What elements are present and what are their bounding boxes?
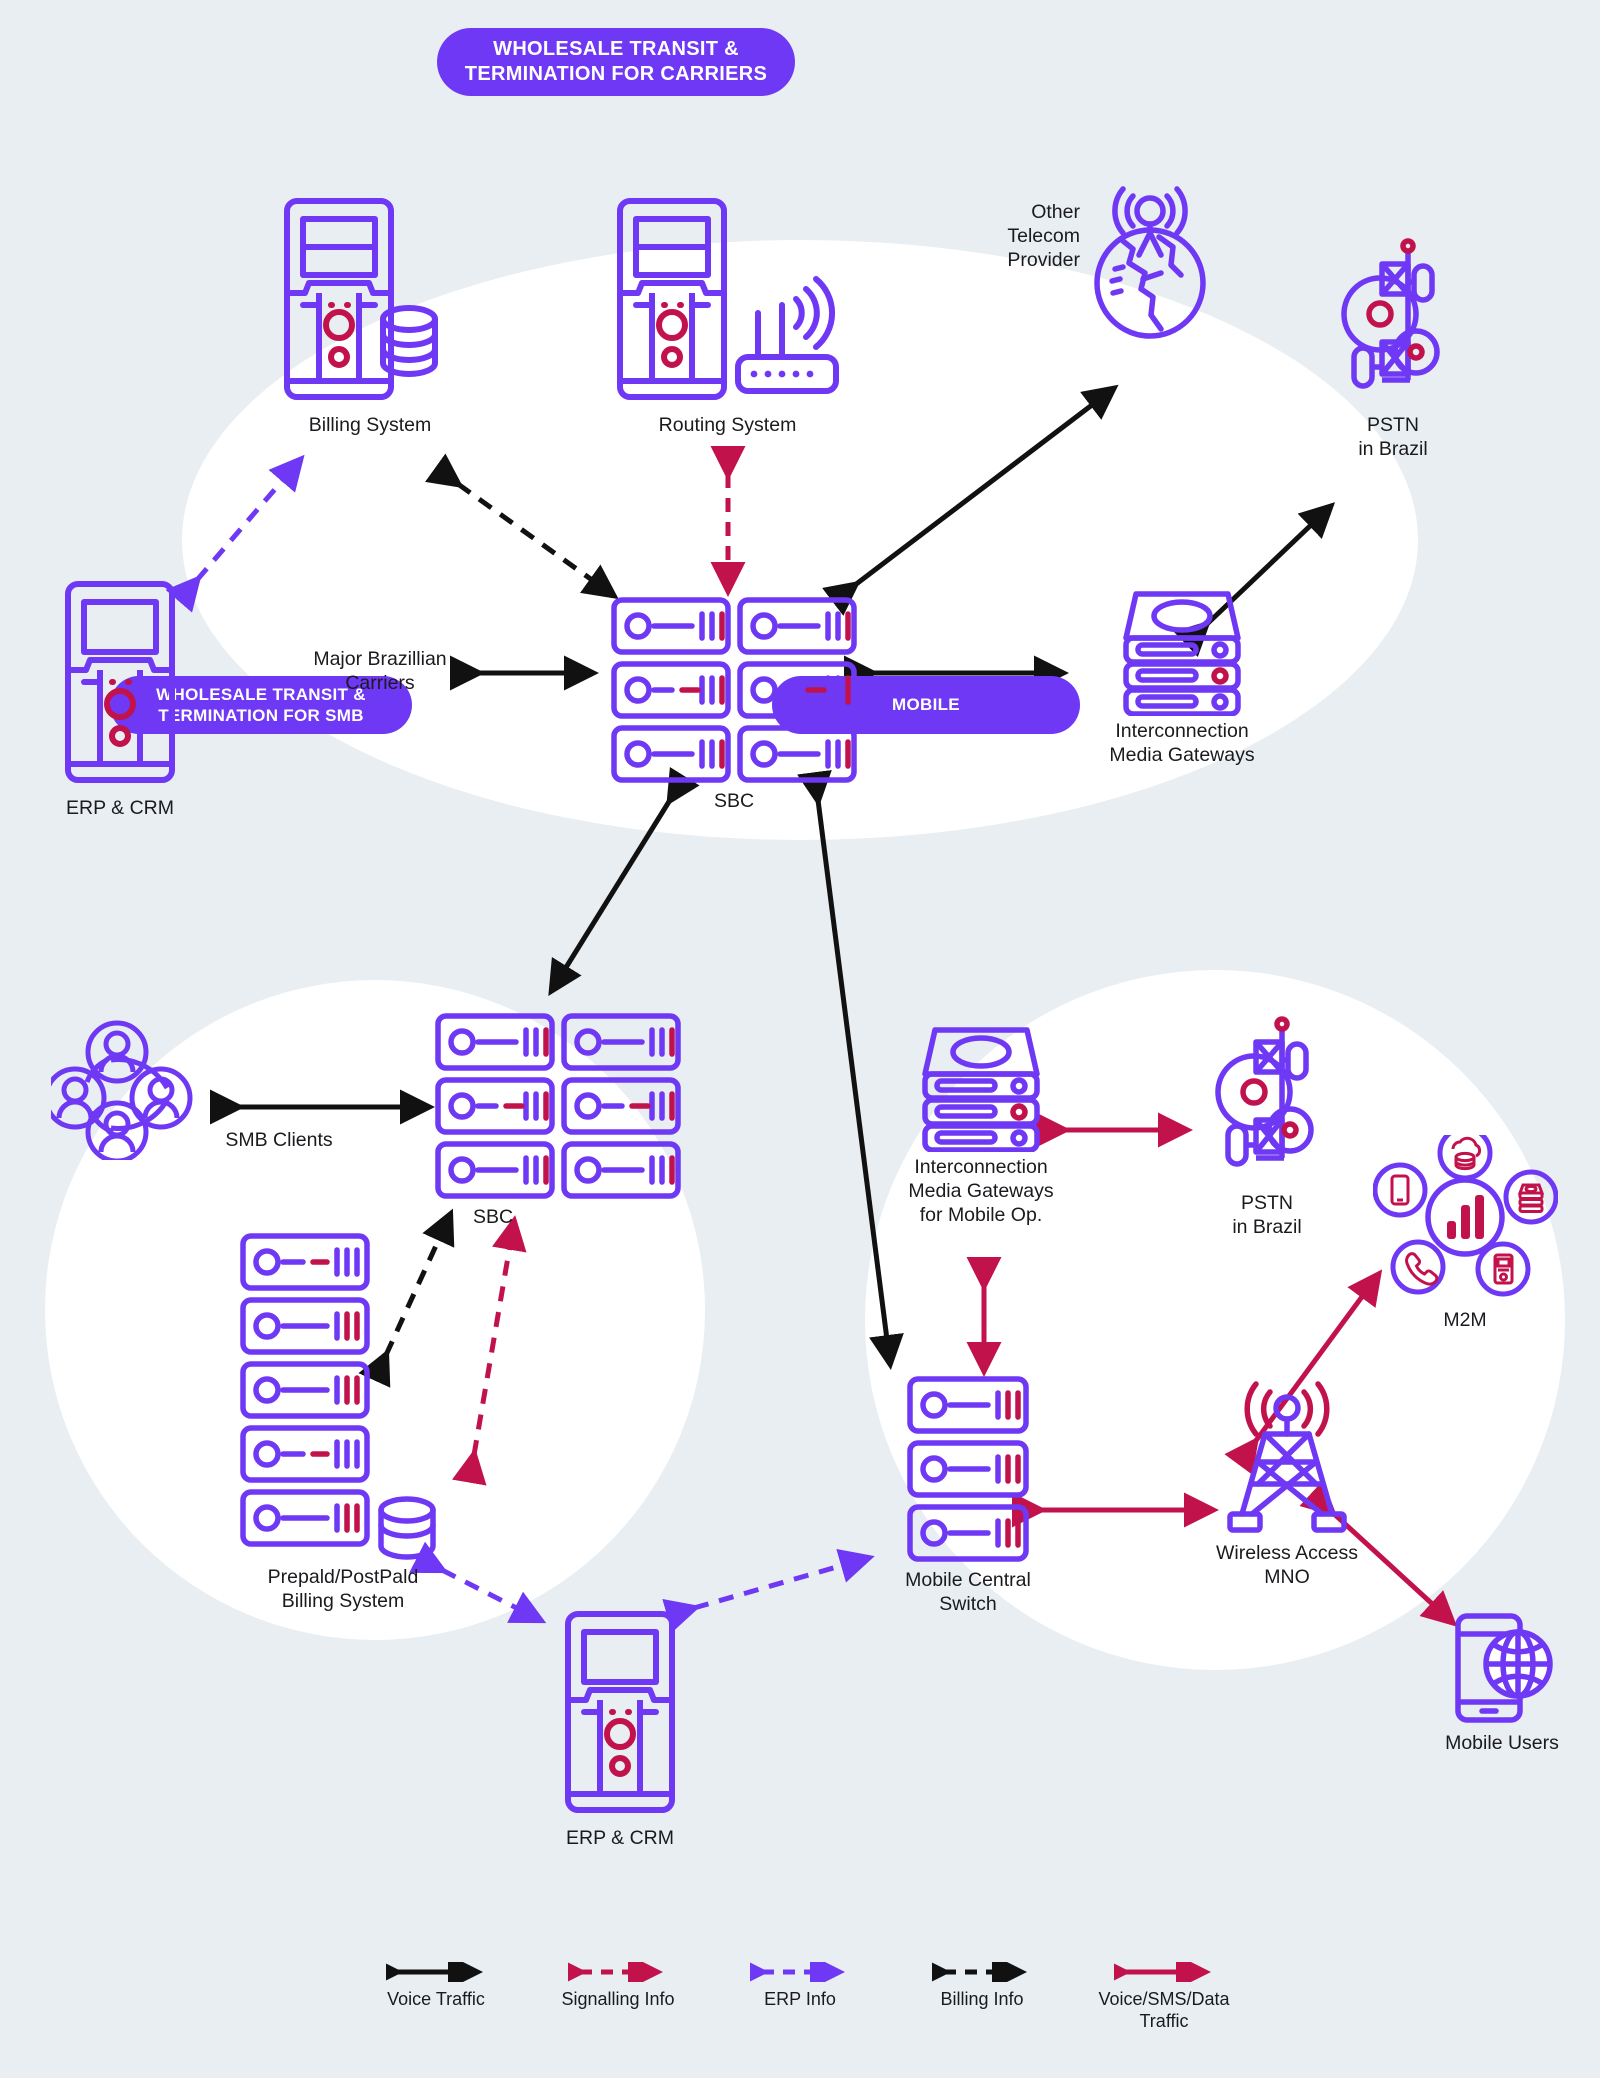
node-mobile-central-switch[interactable]: Mobile Central Switch: [868, 1375, 1068, 1617]
erp-crm-top-label: ERP & CRM: [66, 797, 174, 819]
pstn-tower-mobile-icon: [1215, 1016, 1314, 1167]
node-sbc-top[interactable]: SBC: [604, 596, 864, 814]
media-gateway-icon: [1123, 591, 1241, 717]
node-routing-system[interactable]: Routing System: [610, 195, 845, 438]
sbc-rack-icon: [611, 597, 857, 783]
server-icon: [1517, 1183, 1544, 1213]
node-erp-crm-top[interactable]: ERP & CRM: [55, 578, 185, 821]
billing-system-label: Billing System: [308, 414, 432, 436]
legend-item-signalling-info: Signalling Info: [542, 1962, 694, 2011]
cell-tower-icon: [1227, 1381, 1347, 1533]
tablet-icon: [1390, 1174, 1409, 1206]
legend-item-voice-sms-data-traffic: Voice/SMS/Data Traffic: [1088, 1962, 1240, 2033]
arrow-erp-to-mobile-switch: [662, 1548, 875, 1633]
legend-item-erp-info: ERP Info: [724, 1962, 876, 2011]
other-telecom-provider-label: Other Telecom Provider: [1007, 201, 1080, 271]
node-pstn-brazil-top[interactable]: PSTN in Brazil: [1318, 232, 1468, 462]
node-pstn-brazil-mobile[interactable]: PSTN in Brazil: [1192, 1010, 1342, 1240]
major-brazilian-carriers-label: Major Brazillian Carriers: [313, 648, 447, 694]
node-prepaid-billing-system[interactable]: Prepald/PostPald Billing System: [228, 1232, 468, 1614]
arrow-billing-to-sbc: [425, 453, 619, 600]
double-arrow-solid-crimson-icon: [1114, 1962, 1212, 1982]
prepaid-billing-system-label: Prepald/PostPald Billing System: [267, 1566, 419, 1612]
legend-label-voice-traffic: Voice Traffic: [387, 1989, 485, 2009]
legend-label-erp-info: ERP Info: [764, 1989, 836, 2009]
pstn-tower-icon: [1341, 238, 1440, 389]
sbc-top-label: SBC: [713, 790, 755, 812]
arrow-prepaid-to-sbc-signalling: [452, 1215, 527, 1486]
banner-mobile-text: MOBILE: [892, 695, 960, 715]
wireless-access-mno-label: Wireless Access MNO: [1216, 1542, 1358, 1588]
cloud-database-icon: [1451, 1136, 1481, 1171]
node-smb-clients[interactable]: SMB Clients: [43, 1020, 333, 1164]
routing-system-label: Routing System: [658, 414, 797, 436]
node-mobile-users[interactable]: Mobile Users: [1402, 1608, 1600, 1756]
erp-crm-tower-icon: [65, 581, 175, 783]
tower-with-database-icon: [284, 198, 438, 400]
legend: Voice Traffic Signalling Info ERP Info B…: [0, 1962, 1600, 2033]
arrow-sbc-to-other-telecom: [822, 384, 1119, 616]
double-arrow-dashed-crimson-icon: [568, 1962, 664, 1982]
double-arrow-dashed-purple-icon: [750, 1962, 846, 1982]
arrow-erp-to-billing: [165, 454, 305, 613]
media-gateway-mobile-icon: [922, 1027, 1040, 1153]
banner-carriers-text: WHOLESALE TRANSIT & TERMINATION FOR CARR…: [464, 38, 768, 85]
interconnection-media-gateways-label: Interconnection Media Gateways: [1109, 720, 1255, 766]
sbc-smb-rack-icon: [435, 1013, 681, 1199]
node-erp-crm-bottom[interactable]: ERP & CRM: [545, 1608, 695, 1851]
legend-label-billing-info: Billing Info: [940, 1989, 1024, 2009]
node-other-telecom-provider[interactable]: Other Telecom Provider: [1007, 175, 1215, 345]
double-arrow-solid-black-icon: [386, 1962, 484, 1982]
globe-with-antenna-icon: [1094, 186, 1206, 339]
m2m-label: M2M: [1443, 1309, 1487, 1331]
node-interconnection-media-gateways[interactable]: Interconnection Media Gateways: [1062, 586, 1302, 768]
banner-wholesale-carriers: WHOLESALE TRANSIT & TERMINATION FOR CARR…: [437, 28, 795, 96]
mobile-users-label: Mobile Users: [1445, 1732, 1559, 1754]
legend-item-billing-info: Billing Info: [906, 1962, 1058, 2011]
arrow-sbc-top-to-sbc-smb: [548, 766, 700, 996]
interconnection-media-gateways-mobile-label: Interconnection Media Gateways for Mobil…: [908, 1156, 1054, 1226]
tower-with-router-icon: [617, 198, 839, 400]
erp-crm-bottom-tower-icon: [565, 1611, 675, 1813]
node-interconnection-media-gateways-mobile[interactable]: Interconnection Media Gateways for Mobil…: [866, 1022, 1096, 1227]
pstn-brazil-top-label: PSTN in Brazil: [1358, 414, 1428, 460]
node-billing-system[interactable]: Billing System: [270, 195, 470, 438]
node-m2m[interactable]: M2M: [1370, 1125, 1560, 1333]
telephone-icon: [1404, 1252, 1438, 1286]
pstn-brazil-mobile-label: PSTN in Brazil: [1232, 1192, 1302, 1238]
double-arrow-dashed-black-icon: [932, 1962, 1028, 1982]
diagram-canvas: WHOLESALE TRANSIT & TERMINATION FOR CARR…: [0, 0, 1600, 2078]
erp-crm-bottom-label: ERP & CRM: [566, 1827, 674, 1849]
node-wireless-access-mno[interactable]: Wireless Access MNO: [1182, 1378, 1392, 1590]
legend-label-voice-sms-data-traffic: Voice/SMS/Data Traffic: [1098, 1989, 1230, 2031]
legend-item-voice-traffic: Voice Traffic: [360, 1962, 512, 2011]
signal-bars-icon: [1446, 1195, 1484, 1239]
mobile-central-switch-label: Mobile Central Switch: [905, 1569, 1031, 1615]
m2m-cluster-icon: [1372, 1125, 1558, 1297]
smb-clients-label: SMB Clients: [225, 1129, 333, 1151]
mobile-switch-rack-icon: [907, 1376, 1029, 1562]
mobile-phone-globe-icon: [1455, 1613, 1553, 1723]
legend-label-signalling-info: Signalling Info: [561, 1989, 675, 2009]
kiosk-icon: [1493, 1253, 1513, 1285]
billing-rack-with-database-icon: [240, 1233, 436, 1560]
node-sbc-smb[interactable]: SBC: [428, 1012, 688, 1230]
sbc-smb-label: SBC: [472, 1206, 514, 1228]
